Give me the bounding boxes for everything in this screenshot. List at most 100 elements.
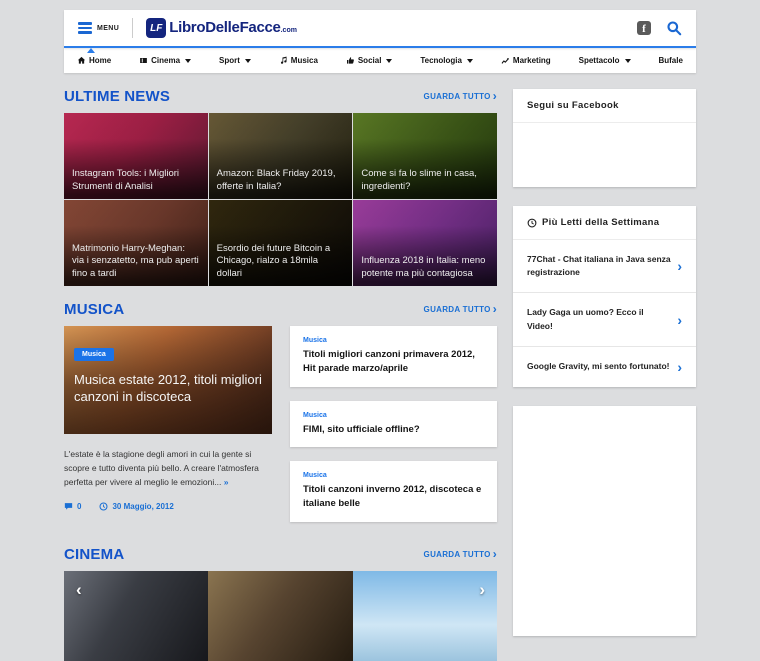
page-wrapper: MENU LF LibroDelleFacce.com f Home Cinem… bbox=[64, 0, 696, 661]
news-card[interactable]: Amazon: Black Friday 2019, offerte in It… bbox=[208, 113, 353, 199]
carousel-slide[interactable] bbox=[352, 570, 497, 661]
logo-text: LibroDelleFacce.com bbox=[169, 19, 297, 37]
main-column: ULTIME NEWS GUARDA TUTTO › Instagram Too… bbox=[64, 73, 497, 661]
chevron-right-icon: › bbox=[677, 258, 682, 275]
top-week-item[interactable]: Google Gravity, mi sento fortunato! › bbox=[513, 345, 696, 387]
top-week-widget: Più Letti della Settimana 77Chat - Chat … bbox=[513, 206, 696, 387]
logo-name: LibroDelleFacce bbox=[169, 19, 281, 36]
nav-item-tecnologia[interactable]: Tecnologia bbox=[420, 56, 473, 65]
featured-title[interactable]: Musica estate 2012, titoli migliori canz… bbox=[74, 372, 264, 406]
widget-title-text: Segui su Facebook bbox=[527, 100, 619, 111]
nav-label: Sport bbox=[218, 56, 240, 65]
news-card[interactable]: Esordio dei future Bitcoin a Chicago, ri… bbox=[208, 200, 353, 286]
musica-list-item[interactable]: Musica Titoli canzoni inverno 2012, disc… bbox=[290, 461, 497, 522]
news-card[interactable]: Instagram Tools: i Migliori Strumenti di… bbox=[64, 113, 208, 199]
sidebar: Segui su Facebook Più Letti della Settim… bbox=[513, 73, 696, 661]
nav-item-home[interactable]: Home bbox=[77, 56, 111, 65]
ultime-news-header: ULTIME NEWS GUARDA TUTTO › bbox=[64, 88, 497, 105]
featured-image[interactable]: Musica Musica estate 2012, titoli miglio… bbox=[64, 326, 272, 434]
home-icon bbox=[77, 56, 86, 64]
nav-label: Marketing bbox=[512, 56, 551, 65]
news-card-title: Amazon: Black Friday 2019, offerte in It… bbox=[216, 168, 336, 192]
chevron-right-icon: › bbox=[677, 311, 682, 328]
news-card[interactable]: Influenza 2018 in Italia: meno potente m… bbox=[353, 200, 497, 286]
facebook-widget: Segui su Facebook bbox=[513, 89, 696, 187]
item-text: Google Gravity, mi sento fortunato! bbox=[527, 361, 670, 372]
nav-item-bufale[interactable]: Bufale bbox=[658, 56, 682, 65]
excerpt-text: L'estate è la stagione degli amori in cu… bbox=[64, 449, 259, 488]
header-divider bbox=[132, 18, 134, 38]
see-all-cinema-link[interactable]: GUARDA TUTTO › bbox=[423, 546, 497, 561]
news-card[interactable]: Matrimonio Harry-Meghan: via i senzatett… bbox=[64, 200, 208, 286]
nav-label: Spettacolo bbox=[578, 56, 620, 65]
featured-meta: 0 30 Maggio, 2012 bbox=[64, 502, 272, 511]
thumb-up-icon bbox=[346, 57, 354, 64]
facebook-widget-body bbox=[513, 123, 696, 187]
nav-item-marketing[interactable]: Marketing bbox=[501, 56, 551, 65]
see-all-label: GUARDA TUTTO bbox=[423, 305, 491, 314]
see-all-label: GUARDA TUTTO bbox=[423, 549, 491, 559]
caret-down-icon bbox=[185, 58, 192, 63]
music-note-icon bbox=[280, 56, 287, 64]
news-card-title: Instagram Tools: i Migliori Strumenti di… bbox=[72, 168, 180, 192]
item-category[interactable]: Musica bbox=[303, 472, 484, 479]
musica-list-item[interactable]: Musica Titoli migliori canzoni primavera… bbox=[290, 326, 497, 387]
chevron-right-icon: › bbox=[677, 358, 682, 375]
read-more-link[interactable]: » bbox=[224, 477, 229, 487]
cinema-carousel: ‹ › bbox=[64, 570, 497, 661]
caret-down-icon bbox=[466, 58, 473, 63]
carousel-slide[interactable] bbox=[64, 570, 209, 661]
item-text: 77Chat - Chat italiana in Java senza reg… bbox=[527, 254, 671, 278]
item-category[interactable]: Musica bbox=[303, 412, 484, 419]
carousel-prev-button[interactable]: ‹ bbox=[76, 581, 82, 598]
top-week-item[interactable]: 77Chat - Chat italiana in Java senza reg… bbox=[513, 240, 696, 292]
main-nav: Home Cinema Sport Musica Social Tecnolog… bbox=[64, 48, 696, 73]
publish-date: 30 Maggio, 2012 bbox=[99, 502, 174, 512]
film-icon bbox=[140, 57, 148, 64]
news-card-title: Esordio dei future Bitcoin a Chicago, ri… bbox=[216, 242, 331, 279]
news-card-title: Matrimonio Harry-Meghan: via i senzatett… bbox=[72, 242, 199, 279]
news-card[interactable]: Come si fa lo slime in casa, ingredienti… bbox=[353, 113, 497, 199]
comments-link[interactable]: 0 bbox=[64, 502, 81, 511]
widget-title-text: Più Letti della Settimana bbox=[542, 217, 660, 228]
site-logo[interactable]: LF LibroDelleFacce.com bbox=[146, 18, 297, 38]
musica-list: Musica Titoli migliori canzoni primavera… bbox=[290, 326, 497, 522]
content-area: ULTIME NEWS GUARDA TUTTO › Instagram Too… bbox=[64, 73, 696, 661]
nav-item-social[interactable]: Social bbox=[346, 56, 393, 65]
widget-title-facebook: Segui su Facebook bbox=[513, 89, 696, 123]
logo-icon: LF bbox=[146, 18, 167, 38]
item-title: Titoli canzoni inverno 2012, discoteca e… bbox=[303, 484, 482, 510]
item-title: FIMI, sito ufficiale offline? bbox=[303, 423, 420, 435]
carousel-next-button[interactable]: › bbox=[479, 581, 485, 598]
top-week-item[interactable]: Lady Gaga un uomo? Ecco il Video! › bbox=[513, 292, 696, 345]
chevron-right-icon: › bbox=[492, 546, 497, 561]
clock-icon bbox=[527, 218, 537, 227]
featured-excerpt: L'estate è la stagione degli amori in cu… bbox=[64, 447, 272, 489]
logo-tld: .com bbox=[280, 27, 297, 34]
see-all-news-link[interactable]: GUARDA TUTTO › bbox=[423, 88, 497, 103]
item-category[interactable]: Musica bbox=[303, 337, 484, 344]
search-icon[interactable] bbox=[666, 20, 682, 36]
musica-list-item[interactable]: Musica FIMI, sito ufficiale offline? bbox=[290, 400, 497, 448]
menu-button[interactable]: MENU bbox=[78, 20, 119, 36]
empty-widget-body bbox=[513, 406, 696, 636]
comments-count: 0 bbox=[77, 502, 82, 512]
nav-item-sport[interactable]: Sport bbox=[219, 56, 251, 65]
nav-item-musica[interactable]: Musica bbox=[279, 56, 318, 65]
carousel-slide[interactable] bbox=[208, 570, 353, 661]
hamburger-icon bbox=[78, 20, 92, 36]
date-text: 30 Maggio, 2012 bbox=[112, 502, 174, 512]
chevron-right-icon: › bbox=[492, 88, 497, 103]
facebook-icon[interactable]: f bbox=[637, 21, 651, 35]
nav-label: Musica bbox=[290, 56, 318, 65]
nav-item-spettacolo[interactable]: Spettacolo bbox=[579, 56, 631, 65]
nav-item-cinema[interactable]: Cinema bbox=[139, 56, 192, 65]
featured-article[interactable]: Musica Musica estate 2012, titoli miglio… bbox=[64, 326, 272, 522]
chart-line-icon bbox=[501, 57, 509, 64]
news-grid: Instagram Tools: i Migliori Strumenti di… bbox=[64, 113, 497, 286]
see-all-musica-link[interactable]: GUARDA TUTTO › bbox=[423, 303, 497, 315]
category-badge[interactable]: Musica bbox=[74, 348, 114, 361]
item-title: Titoli migliori canzoni primavera 2012, … bbox=[303, 349, 475, 374]
see-all-label: GUARDA TUTTO bbox=[423, 92, 491, 101]
top-header: MENU LF LibroDelleFacce.com f bbox=[64, 10, 696, 53]
